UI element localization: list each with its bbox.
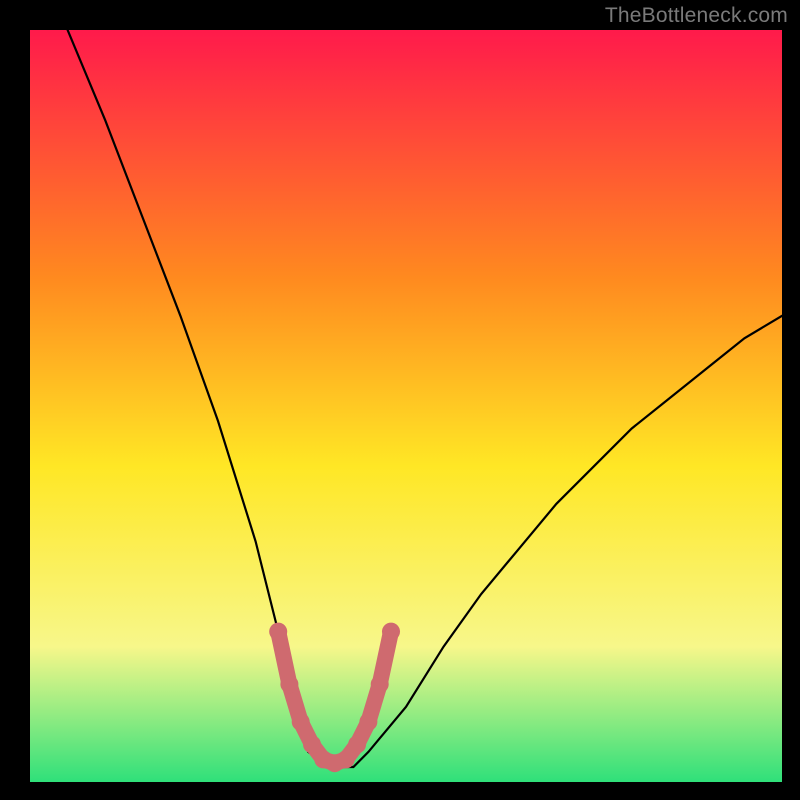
plot-background (30, 30, 782, 782)
trough-dot (292, 713, 310, 731)
watermark-text: TheBottleneck.com (605, 4, 788, 28)
trough-dot (348, 735, 366, 753)
trough-dot (269, 623, 287, 641)
chart-frame: TheBottleneck.com (0, 0, 800, 800)
chart-svg (0, 0, 800, 800)
trough-dot (382, 623, 400, 641)
trough-dot (280, 675, 298, 693)
trough-dot (359, 713, 377, 731)
trough-dot (337, 750, 355, 768)
trough-dot (303, 735, 321, 753)
trough-dot (371, 675, 389, 693)
